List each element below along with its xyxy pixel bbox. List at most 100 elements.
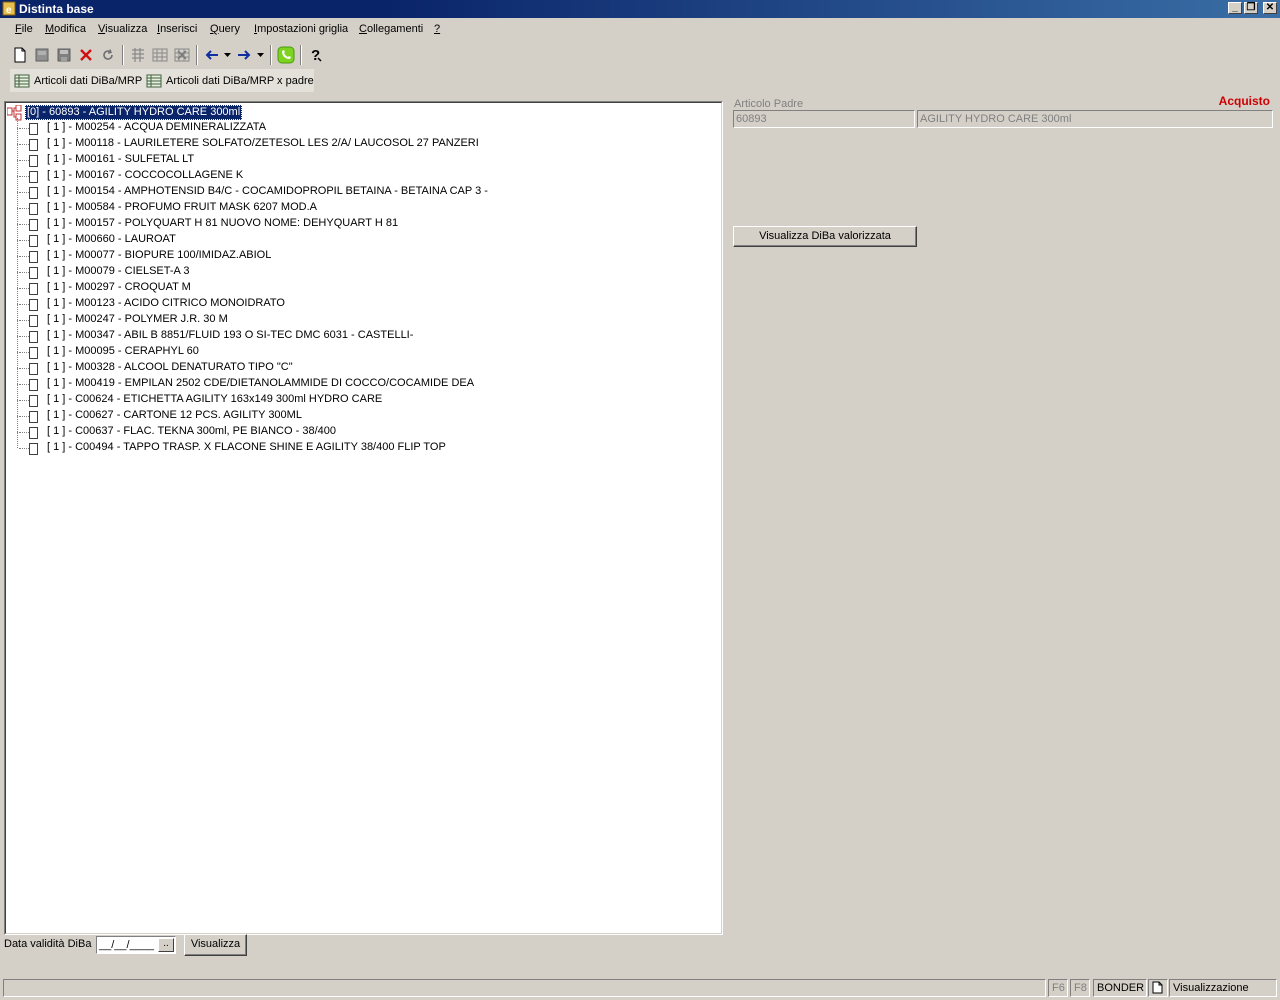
delete-icon[interactable] xyxy=(76,45,96,65)
close-button[interactable]: ✕ xyxy=(1263,2,1277,14)
back-dropdown-icon[interactable] xyxy=(222,45,232,65)
toolbar-separator xyxy=(196,45,198,65)
grid-remove-icon[interactable] xyxy=(172,45,192,65)
tree-node-label: [ 1 ] - C00494 - TAPPO TRASP. X FLACONE … xyxy=(47,441,446,453)
component-item-icon xyxy=(29,203,38,215)
tree-connector-line xyxy=(19,160,29,161)
tree-connector-line xyxy=(17,304,18,320)
tree-connector-line xyxy=(17,240,18,256)
component-item-icon xyxy=(29,331,38,343)
articoli-dati-diba-mrp-padre-button[interactable]: Articoli dati DiBa/MRP x padre xyxy=(146,72,314,89)
tree-connector-line xyxy=(19,224,29,225)
tree-connector-line xyxy=(19,384,29,385)
tree-connector-line xyxy=(19,192,29,193)
tree-root-label[interactable]: [0] - 60893 - AGILITY HYDRO CARE 300ml xyxy=(25,105,243,120)
menu-help[interactable]: ? xyxy=(434,23,440,35)
tree-connector-line xyxy=(19,400,29,401)
component-item-icon xyxy=(29,139,38,151)
minimize-button[interactable]: _ xyxy=(1228,2,1242,14)
grid-icon[interactable] xyxy=(150,45,170,65)
phone-icon[interactable] xyxy=(276,45,296,65)
tree-node-label: [ 1 ] - M00167 - COCCOCOLLAGENE K xyxy=(47,169,244,181)
tree-node-label: [ 1 ] - M00247 - POLYMER J.R. 30 M xyxy=(47,313,228,325)
component-item-icon xyxy=(29,347,38,359)
tree-connector-line xyxy=(17,118,18,128)
refresh-icon[interactable] xyxy=(98,45,118,65)
tree-node-label: [ 1 ] - M00157 - POLYQUART H 81 NUOVO NO… xyxy=(47,217,399,229)
articolo-padre-code-field: 60893 xyxy=(733,110,915,128)
back-arrow-icon[interactable] xyxy=(202,45,222,65)
tree-node-label: [ 1 ] - M00660 - LAUROAT xyxy=(47,233,176,245)
toolbar-separator xyxy=(122,45,124,65)
tree-connector-line xyxy=(19,416,29,417)
date-picker-button[interactable]: .. xyxy=(158,938,174,952)
edit-icon[interactable] xyxy=(32,45,52,65)
component-item-icon xyxy=(29,235,38,247)
visualizza-diba-valorizzata-button[interactable]: Visualizza DiBa valorizzata xyxy=(733,226,917,247)
tree-connector-line xyxy=(17,224,18,240)
new-icon[interactable] xyxy=(10,45,30,65)
menu-collegamenti[interactable]: Collegamenti xyxy=(359,23,423,35)
tree-connector-line xyxy=(19,176,29,177)
svg-text:e: e xyxy=(6,5,12,16)
tree-connector-line xyxy=(17,416,18,432)
menu-query[interactable]: Query xyxy=(210,23,240,35)
status-f6: F6 xyxy=(1048,979,1068,997)
menu-file[interactable]: File xyxy=(15,23,33,35)
tree-node-label: [ 1 ] - M00254 - ACQUA DEMINERALIZZATA xyxy=(47,121,267,133)
tree-connector-line xyxy=(17,256,18,272)
component-item-icon xyxy=(29,251,38,263)
component-item-icon xyxy=(29,123,38,135)
tree-node-label: [ 1 ] - M00584 - PROFUMO FRUIT MASK 6207… xyxy=(47,201,317,213)
tree-connector-line xyxy=(19,144,29,145)
tree-connector-line xyxy=(17,208,18,224)
tree-connector-line xyxy=(17,128,18,144)
menu-inserisci[interactable]: Inserisci xyxy=(157,23,197,35)
tree-connector-line xyxy=(19,352,29,353)
restore-button[interactable]: ❐ xyxy=(1244,2,1258,14)
component-item-icon xyxy=(29,187,38,199)
menu-impostazioni-griglia[interactable]: Impostazioni griglia xyxy=(254,23,348,35)
tree-connector-line xyxy=(19,272,29,273)
tree-connector-line xyxy=(19,320,29,321)
table-icon xyxy=(146,74,162,87)
menu-modifica[interactable]: Modifica xyxy=(45,23,86,35)
tree-node-label: [ 1 ] - M00095 - CERAPHYL 60 xyxy=(47,345,199,357)
data-validita-input[interactable]: __/__/____ .. xyxy=(96,936,176,954)
tree-connector-line xyxy=(19,288,29,289)
menu-visualizza[interactable]: Visualizza xyxy=(98,23,147,35)
grid-filter-icon[interactable] xyxy=(128,45,148,65)
component-item-icon xyxy=(29,299,38,311)
forward-dropdown-icon[interactable] xyxy=(255,45,265,65)
forward-arrow-icon[interactable] xyxy=(234,45,254,65)
component-item-icon xyxy=(29,427,38,439)
bom-root-icon xyxy=(7,105,22,121)
tree-connector-line xyxy=(17,336,18,352)
tree-node-label: [ 1 ] - M00118 - LAURILETERE SOLFATO/ZET… xyxy=(47,137,479,149)
window-title: Distinta base xyxy=(19,2,94,16)
tree-connector-line xyxy=(17,192,18,208)
component-item-icon xyxy=(29,267,38,279)
component-item-icon xyxy=(29,171,38,183)
document-icon xyxy=(1148,979,1168,997)
tree-connector-line xyxy=(19,128,29,129)
tree-node-label: [ 1 ] - M00419 - EMPILAN 2502 CDE/DIETAN… xyxy=(47,377,475,389)
tree-connector-line xyxy=(19,432,29,433)
bom-tree[interactable]: [0] - 60893 - AGILITY HYDRO CARE 300ml [… xyxy=(4,101,723,935)
visualizza-button[interactable]: Visualizza xyxy=(184,934,247,956)
save-icon[interactable] xyxy=(54,45,74,65)
status-f8: F8 xyxy=(1070,979,1090,997)
data-validita-label: Data validità DiBa xyxy=(4,938,92,950)
articoli-dati-diba-mrp-button[interactable]: Articoli dati DiBa/MRP xyxy=(14,72,142,89)
component-item-icon xyxy=(29,379,38,391)
help-icon[interactable]: ? xyxy=(306,45,326,65)
component-item-icon xyxy=(29,315,38,327)
tree-node-label: [ 1 ] - M00123 - ACIDO CITRICO MONOIDRAT… xyxy=(47,297,285,309)
tree-connector-line xyxy=(19,448,29,449)
tree-connector-line xyxy=(17,432,18,448)
status-message-pane xyxy=(3,979,1046,997)
tree-connector-line xyxy=(19,336,29,337)
tree-connector-line xyxy=(17,176,18,192)
tree-node-label: [ 1 ] - C00624 - ETICHETTA AGILITY 163x1… xyxy=(47,393,383,405)
table-icon xyxy=(14,74,30,87)
